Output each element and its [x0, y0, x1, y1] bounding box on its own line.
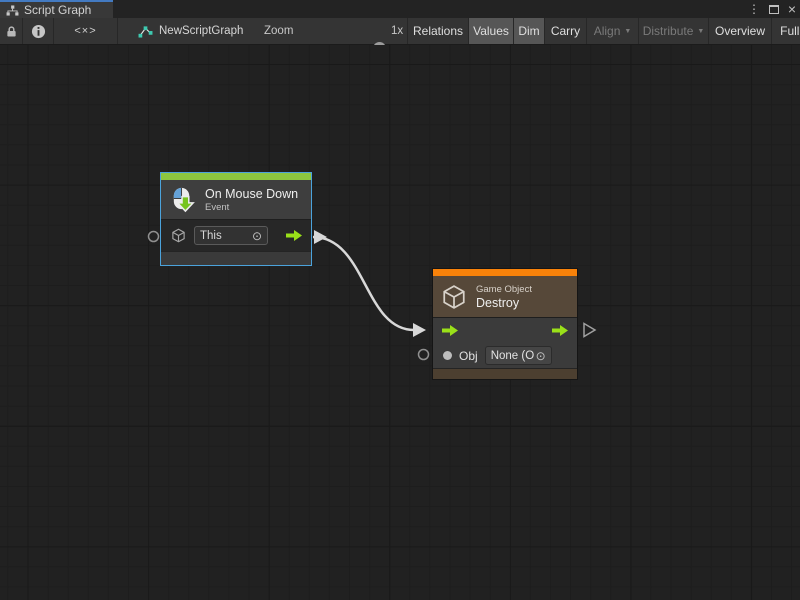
zoom-value: 1x — [391, 18, 403, 44]
object-picker-icon[interactable]: ⊙ — [252, 230, 262, 242]
chevron-down-icon: ▼ — [624, 28, 631, 35]
destroy-accent-strip — [433, 269, 577, 276]
event-node-footer — [161, 251, 311, 265]
gameobject-cube-icon — [441, 284, 467, 310]
align-label: Align — [594, 24, 621, 38]
target-field-value: This — [200, 230, 222, 242]
lock-button[interactable] — [0, 18, 23, 44]
event-node-title: On Mouse Down — [205, 187, 298, 201]
destroy-control-output-arrow[interactable] — [551, 324, 569, 337]
connection-wire[interactable] — [313, 237, 414, 330]
graph-selector[interactable]: NewScriptGraph — [130, 18, 251, 44]
destroy-control-row — [433, 318, 577, 343]
gameobject-cube-icon — [171, 228, 186, 243]
values-button[interactable]: Values — [468, 18, 513, 44]
node-on-mouse-down[interactable]: On Mouse Down Event This ⊙ — [160, 172, 312, 266]
destroy-node-titles: Game Object Destroy — [476, 284, 532, 310]
event-node-header: On Mouse Down Event — [161, 180, 311, 220]
toolbar-button-group: Relations Values Dim Carry Align ▼ Distr… — [407, 18, 800, 44]
obj-field-value: None (O — [491, 350, 534, 362]
obj-field[interactable]: None (O ⊙ — [485, 346, 552, 365]
event-accent-strip — [161, 173, 311, 180]
dim-button[interactable]: Dim — [513, 18, 544, 44]
chevron-down-icon: ▼ — [697, 28, 704, 35]
tab-script-graph[interactable]: Script Graph — [0, 0, 113, 18]
event-target-input-port[interactable] — [149, 232, 159, 242]
control-arrow-icon — [551, 324, 569, 337]
event-node-subtitle: Event — [205, 202, 298, 213]
relations-button[interactable]: Relations — [407, 18, 468, 44]
wire-end-arrow-icon — [413, 323, 426, 337]
connections-layer — [0, 45, 800, 600]
destroy-obj-input-port[interactable] — [419, 350, 429, 360]
event-control-output-port[interactable] — [285, 229, 303, 242]
destroy-control-output-port[interactable] — [584, 324, 595, 337]
graph-name: NewScriptGraph — [159, 25, 243, 37]
obj-port-label: Obj — [459, 349, 478, 363]
code-view-button[interactable]: <×> — [54, 18, 118, 44]
destroy-node-header: Game Object Destroy — [433, 276, 577, 318]
target-field[interactable]: This ⊙ — [194, 226, 268, 245]
info-icon — [31, 24, 46, 39]
graph-canvas[interactable]: On Mouse Down Event This ⊙ — [0, 45, 800, 600]
distribute-dropdown: Distribute ▼ — [638, 18, 708, 44]
destroy-node-footer — [433, 368, 577, 379]
destroy-node-category: Game Object — [476, 284, 532, 295]
fullscreen-button[interactable]: Full Screen — [771, 18, 800, 44]
distribute-label: Distribute — [643, 24, 694, 38]
tab-bar: Script Graph ⋮ × — [0, 0, 800, 18]
maximize-icon — [769, 5, 779, 14]
graph-toolbar: <×> NewScriptGraph Zoom 1x Relations Val… — [0, 18, 800, 45]
obj-value-port-dot[interactable] — [443, 351, 452, 360]
align-dropdown: Align ▼ — [586, 18, 638, 44]
app-window: Script Graph ⋮ × <×> — [0, 0, 800, 600]
destroy-control-input-port[interactable] — [441, 324, 459, 337]
lock-icon — [6, 25, 17, 38]
destroy-node-title: Destroy — [476, 296, 532, 310]
event-node-titles: On Mouse Down Event — [205, 187, 298, 213]
destroy-obj-row: Obj None (O ⊙ — [433, 343, 577, 368]
node-destroy[interactable]: Game Object Destroy Obj — [432, 268, 578, 380]
wire-start-arrow-icon — [314, 230, 327, 244]
control-arrow-icon — [285, 229, 303, 242]
close-button[interactable]: × — [784, 0, 800, 18]
maximize-button[interactable] — [766, 0, 782, 18]
script-graph-icon — [138, 25, 153, 38]
mouse-event-icon — [169, 186, 196, 213]
object-picker-icon[interactable]: ⊙ — [536, 350, 546, 362]
tab-title: Script Graph — [24, 3, 91, 17]
zoom-label: Zoom — [264, 18, 293, 44]
event-target-row: This ⊙ — [161, 220, 311, 251]
carry-button[interactable]: Carry — [544, 18, 586, 44]
window-menu-button[interactable]: ⋮ — [746, 0, 762, 18]
control-arrow-icon — [441, 324, 459, 337]
graph-hierarchy-icon — [6, 5, 19, 16]
info-button[interactable] — [23, 18, 54, 44]
overview-button[interactable]: Overview — [708, 18, 771, 44]
